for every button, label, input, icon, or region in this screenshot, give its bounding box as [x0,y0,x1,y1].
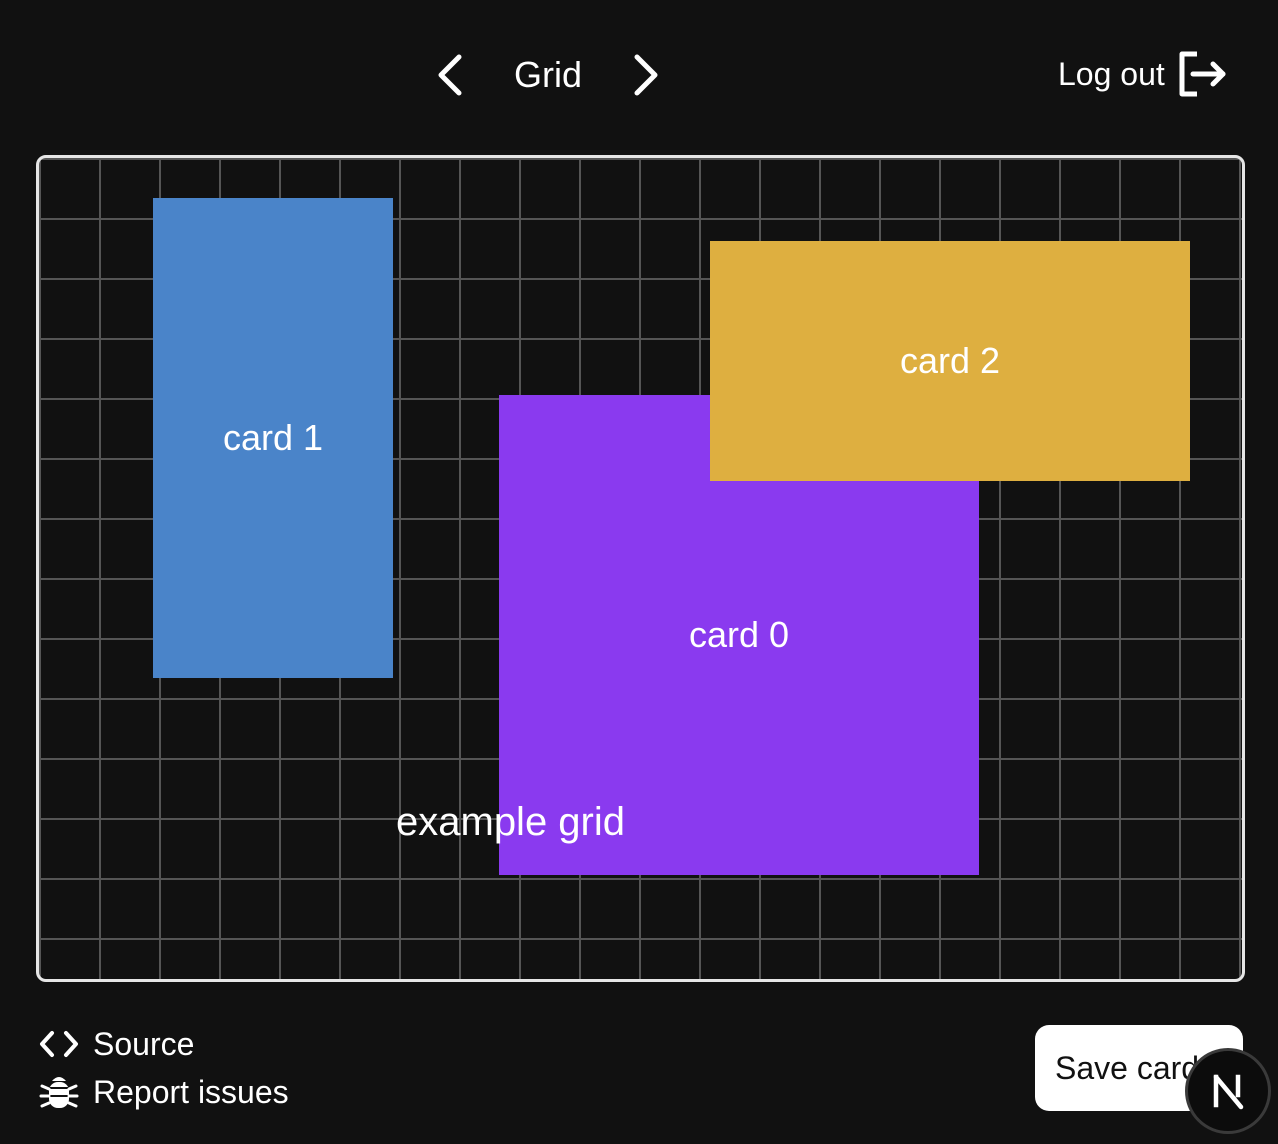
logout-label: Log out [1058,56,1165,92]
logout-icon [1179,51,1226,97]
card-1-label: card 1 [222,417,324,458]
report-issues-label: Report issues [93,1074,289,1110]
report-issues-link[interactable]: Report issues [38,1072,289,1112]
grid-navigation: Grid [430,46,670,102]
logout-button[interactable]: Log out [1058,48,1242,100]
chevron-left-icon [438,54,462,96]
next-button[interactable] [626,52,666,98]
footer-links: Source Report issues [38,1022,438,1122]
nextjs-logo-icon [1213,1074,1244,1110]
grid-board[interactable]: card 1 card 0 card 2 example grid [36,155,1245,982]
code-icon [38,1024,80,1064]
page-title: Grid [513,54,582,95]
nextjs-badge[interactable] [1185,1048,1271,1134]
previous-button[interactable] [430,52,470,98]
chevron-right-icon [634,54,658,96]
bug-icon [38,1072,80,1112]
card-2-label: card 2 [899,340,1001,381]
card-0-label: card 0 [688,614,790,655]
grid-label: example grid [396,800,626,844]
app-header: Grid Log out [0,0,1278,140]
source-label: Source [93,1026,195,1062]
source-link[interactable]: Source [38,1024,194,1064]
card-1[interactable]: card 1 [153,198,393,678]
card-2[interactable]: card 2 [710,241,1190,481]
